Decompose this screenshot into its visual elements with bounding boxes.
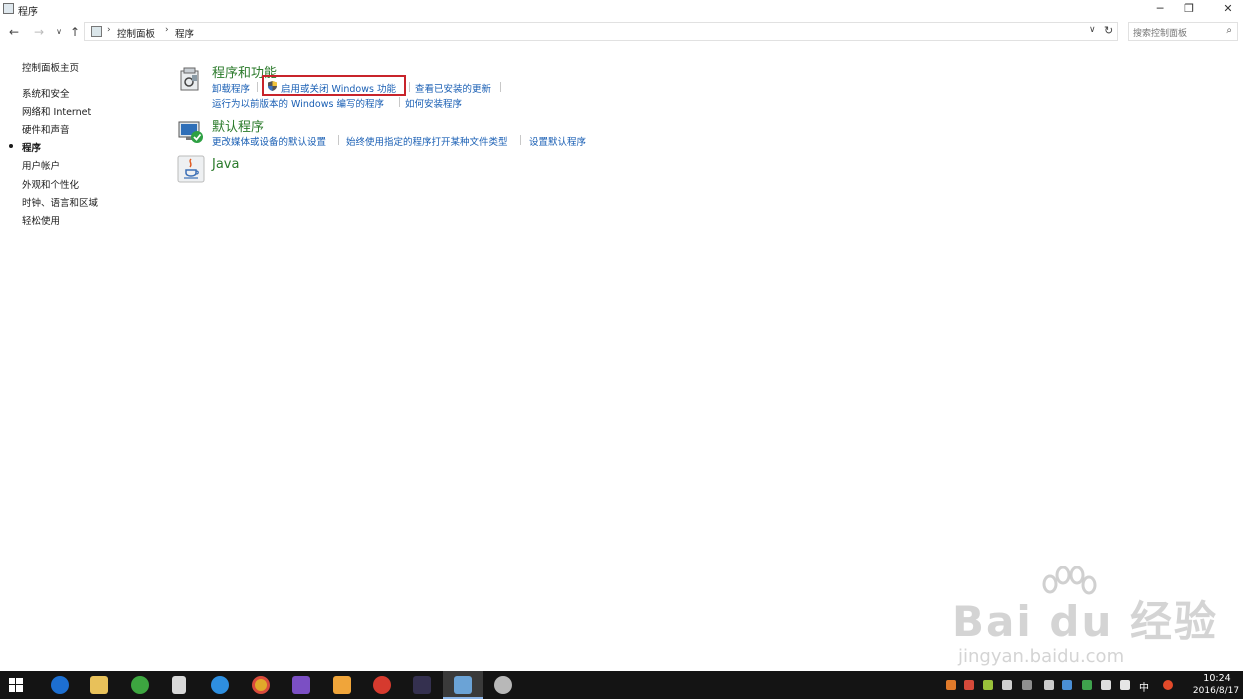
programs-features-icon [180, 67, 199, 91]
link-always-use-program[interactable]: 始终使用指定的程序打开某种文件类型 [346, 134, 508, 148]
app-orange-icon[interactable] [333, 676, 351, 694]
sidebar-item-programs[interactable]: 程序 [22, 140, 41, 154]
link-how-to-install[interactable]: 如何安装程序 [405, 96, 462, 110]
windows-start-icon[interactable] [9, 678, 23, 692]
title-bar: 程序 ─ ❐ ✕ [0, 0, 1243, 18]
window-title: 程序 [18, 7, 38, 18]
sidebar-item-system-security[interactable]: 系统和安全 [22, 86, 70, 100]
file-explorer-icon[interactable] [90, 676, 108, 694]
tray-app-icon[interactable] [1002, 680, 1012, 690]
back-button[interactable]: ← [6, 24, 22, 40]
tray-app-icon[interactable] [946, 680, 956, 690]
java-icon [177, 155, 205, 183]
link-view-installed-updates[interactable]: 查看已安装的更新 [415, 81, 491, 95]
tray-app-icon[interactable] [1082, 680, 1092, 690]
edge-icon[interactable] [51, 676, 69, 694]
sidebar-item-ease-of-access[interactable]: 轻松使用 [22, 213, 60, 227]
tray-app-icon[interactable] [1022, 680, 1032, 690]
control-panel-icon [91, 26, 102, 37]
ime-indicator[interactable]: 中 [1139, 679, 1149, 694]
refresh-icon[interactable]: ↻ [1104, 24, 1113, 37]
sidebar-item-clock-language[interactable]: 时钟、语言和区域 [22, 195, 98, 209]
app-green-icon[interactable] [131, 676, 149, 694]
default-programs-icon [178, 121, 203, 143]
sidebar-item-appearance[interactable]: 外观和个性化 [22, 177, 79, 191]
sidebar-item-hardware-sound[interactable]: 硬件和声音 [22, 122, 70, 136]
breadcrumb-programs[interactable]: 程序 [175, 26, 194, 40]
link-change-media-defaults[interactable]: 更改媒体或设备的默认设置 [212, 134, 326, 148]
link-separator [520, 135, 521, 145]
search-box[interactable]: 搜索控制面板 ⌕ [1128, 22, 1238, 41]
action-center-icon[interactable] [1120, 680, 1130, 690]
visual-studio-icon[interactable] [292, 676, 310, 694]
network-icon[interactable] [1044, 680, 1054, 690]
clock-date[interactable]: 2016/8/17 [1190, 686, 1242, 696]
tray-app-icon[interactable] [964, 680, 974, 690]
control-panel-icon[interactable] [454, 676, 472, 694]
sidebar-item-home[interactable]: 控制面板主页 [22, 60, 79, 74]
app-red-icon[interactable] [373, 676, 391, 694]
ie-icon[interactable] [211, 676, 229, 694]
breadcrumb-control-panel[interactable]: 控制面板 [117, 26, 155, 40]
sidebar-item-network[interactable]: 网络和 Internet [22, 104, 91, 118]
sogou-icon[interactable] [1163, 680, 1173, 690]
address-dropdown-icon[interactable]: ∨ [1089, 25, 1096, 35]
control-panel-icon [3, 3, 14, 14]
up-button[interactable]: ↑ [67, 24, 83, 40]
tray-app-icon[interactable] [1062, 680, 1072, 690]
category-title-default-programs[interactable]: 默认程序 [212, 116, 264, 135]
chrome-icon[interactable] [252, 676, 270, 694]
link-separator [399, 97, 400, 107]
link-separator [338, 135, 339, 145]
tray-app-icon[interactable] [983, 680, 993, 690]
link-set-default-programs[interactable]: 设置默认程序 [529, 134, 586, 148]
navigation-bar: ← → ∨ ↑ › 控制面板 › 程序 ∨ ↻ 搜索控制面板 ⌕ [0, 22, 1243, 42]
calculator-icon[interactable] [172, 676, 186, 694]
volume-icon[interactable] [1101, 680, 1111, 690]
taskbar: 中 10:24 2016/8/17 [0, 671, 1243, 699]
category-title-java[interactable]: Java [212, 157, 239, 172]
highlight-box [262, 75, 406, 96]
watermark-url: jingyan.baidu.com [958, 646, 1125, 667]
forward-button[interactable]: → [31, 24, 47, 40]
link-separator [500, 82, 501, 92]
link-run-older-programs[interactable]: 运行为以前版本的 Windows 编写的程序 [212, 96, 384, 110]
sidebar-item-user-accounts[interactable]: 用户帐户 [22, 158, 60, 172]
close-button[interactable]: ✕ [1209, 0, 1243, 18]
search-icon[interactable]: ⌕ [1226, 25, 1232, 36]
link-separator [409, 82, 410, 92]
breadcrumb-separator: › [165, 25, 169, 35]
breadcrumb-separator: › [107, 25, 111, 35]
link-uninstall-program[interactable]: 卸载程序 [212, 81, 250, 95]
search-input[interactable]: 搜索控制面板 [1133, 26, 1187, 39]
clock-time[interactable]: 10:24 [1194, 673, 1240, 684]
recent-locations-button[interactable]: ∨ [51, 24, 67, 40]
app-dark-icon[interactable] [413, 676, 431, 694]
watermark-logo: Bai du 经验 [952, 597, 1218, 646]
link-separator [257, 82, 258, 92]
selected-bullet [9, 144, 13, 148]
restore-button[interactable]: ❐ [1170, 0, 1208, 18]
app-gray-icon[interactable] [494, 676, 512, 694]
address-bar[interactable]: › 控制面板 › 程序 ∨ ↻ [84, 22, 1118, 41]
